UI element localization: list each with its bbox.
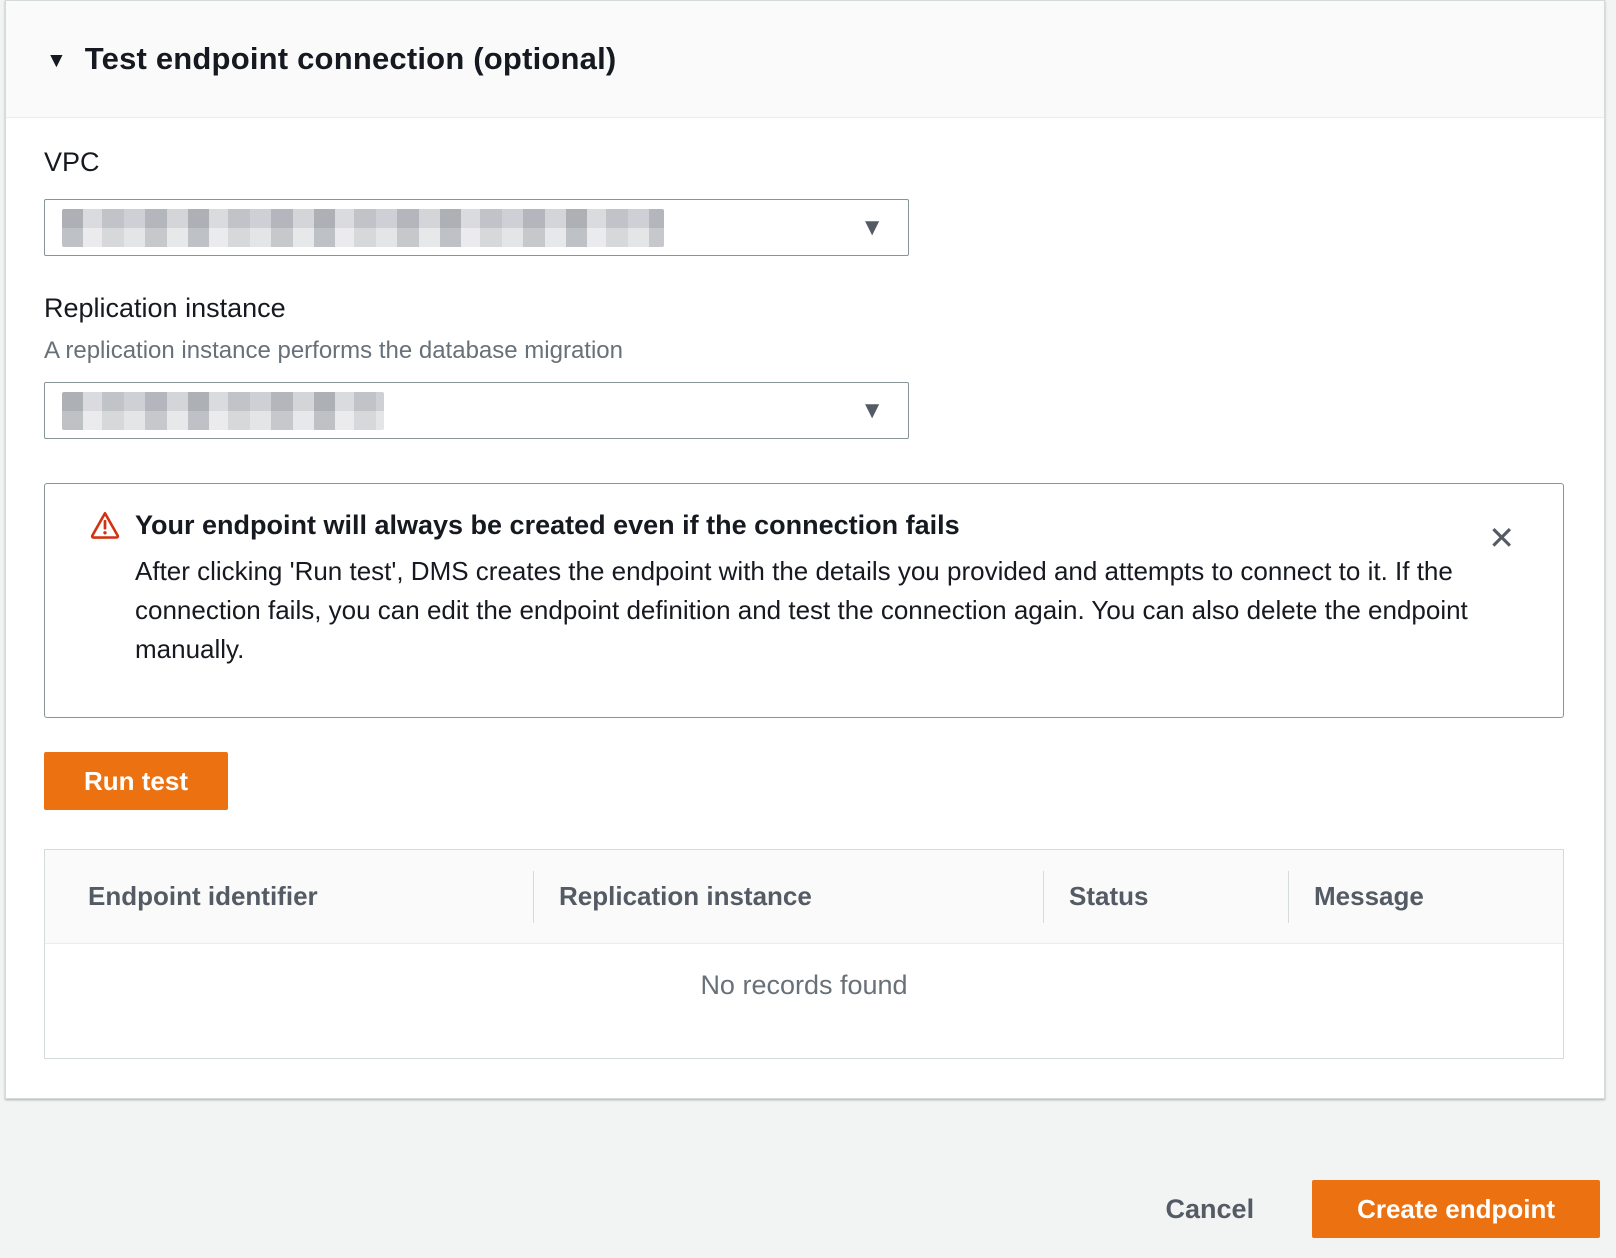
column-header-replication-instance: Replication instance xyxy=(533,871,1043,923)
dms-create-endpoint-page: { "panel": { "title": "Test endpoint con… xyxy=(0,0,1616,1258)
panel-header-toggle[interactable]: ▼ Test endpoint connection (optional) xyxy=(6,1,1604,118)
column-header-status: Status xyxy=(1043,871,1288,923)
replication-redacted-value xyxy=(62,392,384,430)
warning-alert: Your endpoint will always be created eve… xyxy=(44,483,1564,718)
replication-instance-description: A replication instance performs the data… xyxy=(44,337,623,365)
vpc-redacted-value xyxy=(62,209,664,247)
column-header-endpoint-identifier: Endpoint identifier xyxy=(45,871,533,923)
test-results-table: Endpoint identifier Replication instance… xyxy=(44,849,1564,1059)
alert-body: After clicking 'Run test', DMS creates t… xyxy=(135,552,1470,669)
empty-table-message: No records found xyxy=(45,944,1563,1001)
form-actions-footer: Cancel Create endpoint xyxy=(0,1180,1600,1238)
column-header-message: Message xyxy=(1288,871,1563,923)
dropdown-caret-icon: ▼ xyxy=(860,399,884,423)
dropdown-caret-icon: ▼ xyxy=(860,216,884,240)
cancel-button[interactable]: Cancel xyxy=(1166,1194,1255,1225)
vpc-label: VPC xyxy=(44,147,100,178)
panel-title: Test endpoint connection (optional) xyxy=(85,41,617,77)
create-endpoint-button[interactable]: Create endpoint xyxy=(1312,1180,1600,1238)
collapse-triangle-icon: ▼ xyxy=(46,50,67,71)
test-endpoint-connection-panel: ▼ Test endpoint connection (optional) VP… xyxy=(5,0,1605,1099)
close-icon[interactable]: ✕ xyxy=(1484,518,1519,558)
vpc-select[interactable]: ▼ xyxy=(44,199,909,256)
run-test-button[interactable]: Run test xyxy=(44,752,228,810)
warning-triangle-icon xyxy=(89,510,121,540)
replication-instance-label: Replication instance xyxy=(44,293,286,324)
alert-title: Your endpoint will always be created eve… xyxy=(135,508,1473,542)
replication-instance-select[interactable]: ▼ xyxy=(44,382,909,439)
table-header-row: Endpoint identifier Replication instance… xyxy=(45,850,1563,944)
